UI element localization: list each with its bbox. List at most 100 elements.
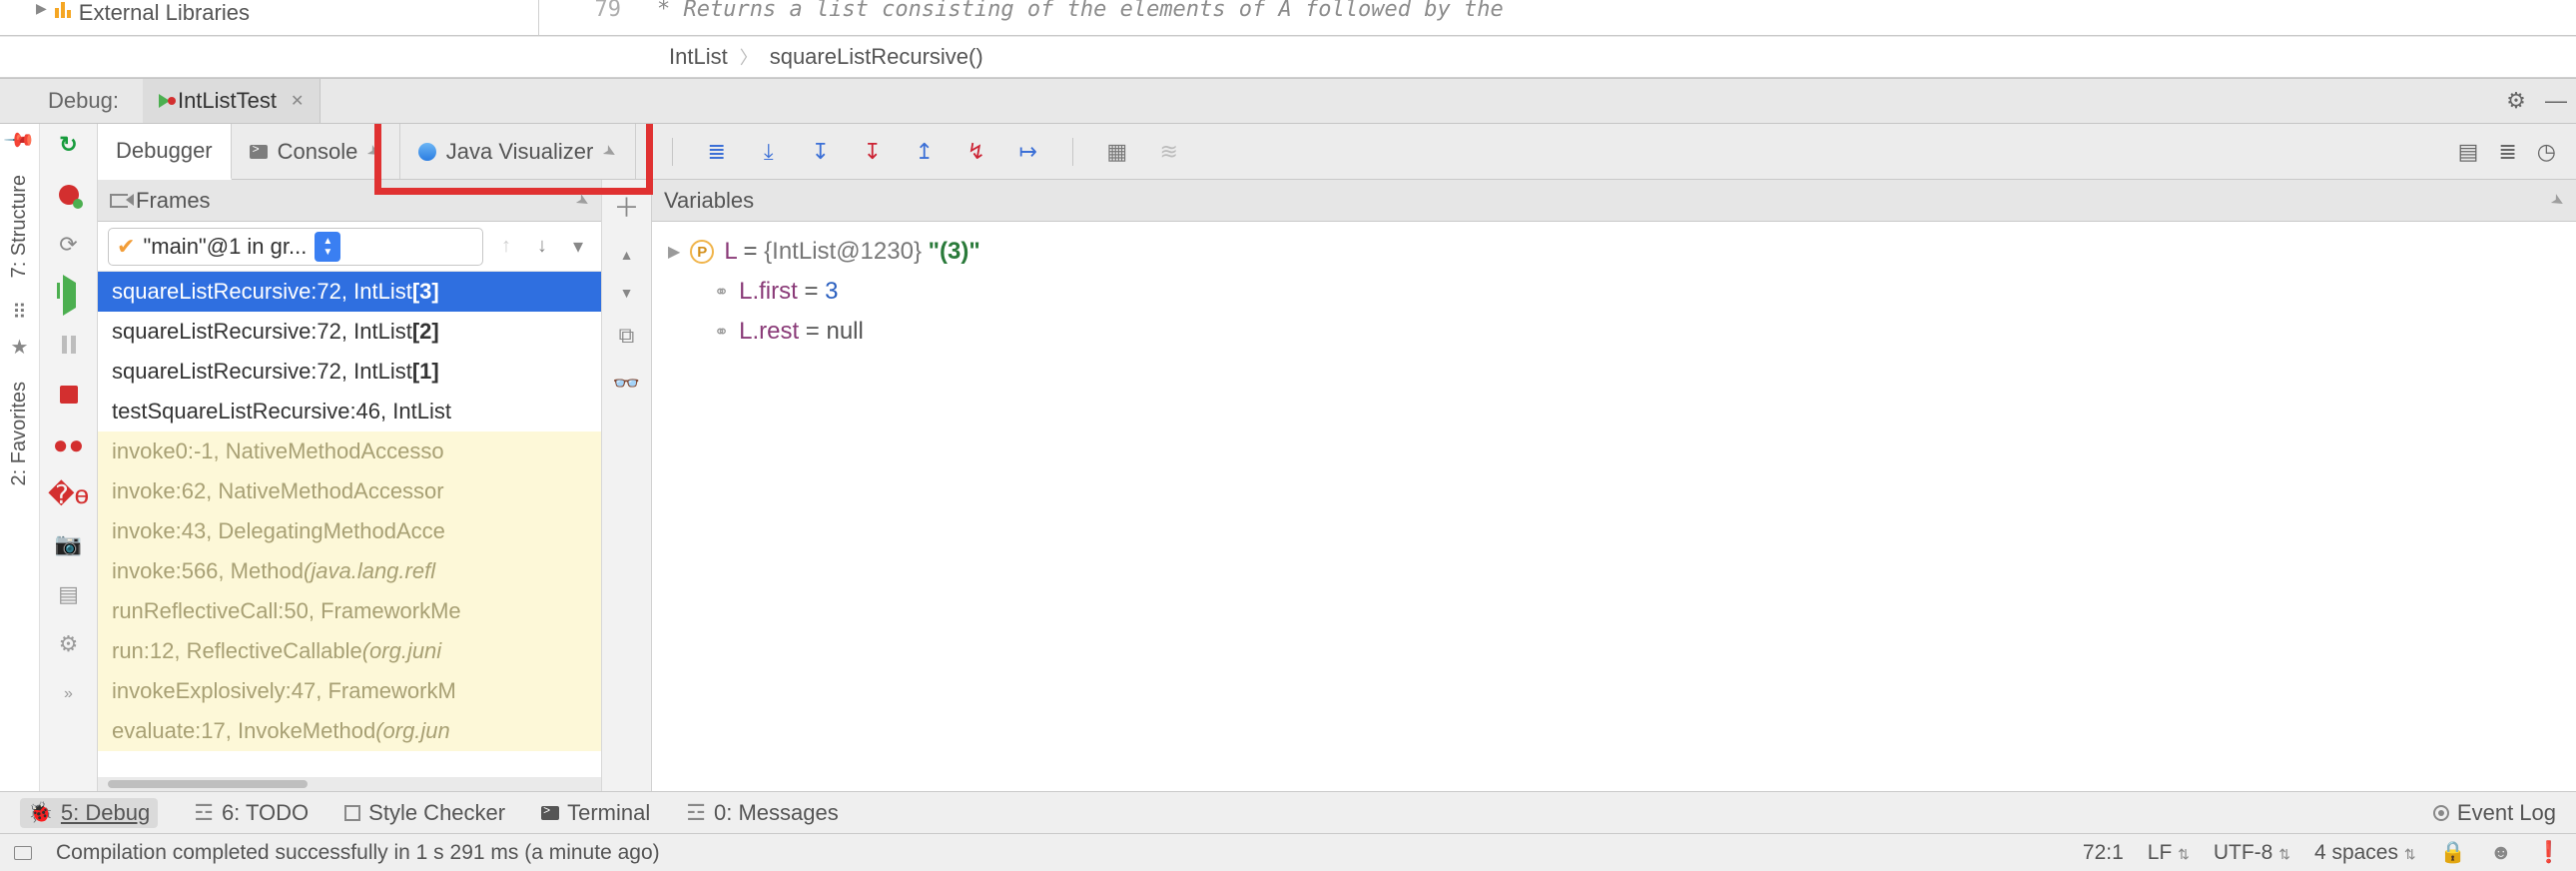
frame-item[interactable]: squareListRecursive:72, IntList [3] xyxy=(98,272,601,312)
layout-settings-icon[interactable]: ▤ xyxy=(2458,139,2479,165)
indent-selector[interactable]: 4 spaces ⇅ xyxy=(2314,841,2416,865)
minimize-icon[interactable]: — xyxy=(2536,88,2576,114)
line-ending-selector[interactable]: LF ⇅ xyxy=(2148,841,2190,865)
event-log-toolwindow-button[interactable]: Event Log xyxy=(2433,800,2556,826)
terminal-toolwindow-button[interactable]: Terminal xyxy=(541,800,650,826)
breadcrumb-class[interactable]: IntList xyxy=(669,44,728,70)
update-app-button[interactable]: ⟳ xyxy=(52,230,86,260)
move-up-icon: ▲ xyxy=(620,247,634,263)
frame-item[interactable]: run:12, ReflectiveCallable (org.juni xyxy=(98,631,601,671)
filter-icon[interactable]: ▾ xyxy=(565,234,591,259)
frame-item[interactable]: invokeExplosively:47, FrameworkM xyxy=(98,671,601,711)
console-tab[interactable]: Console ➤ xyxy=(232,124,400,179)
step-out-button[interactable]: ↥ xyxy=(911,138,939,166)
resume-button[interactable] xyxy=(52,280,86,310)
debugger-tab[interactable]: Debugger xyxy=(98,124,232,180)
debug-run-tab[interactable]: IntListTest ✕ xyxy=(143,79,321,123)
statusbar-icon[interactable] xyxy=(14,846,32,860)
parameter-badge-icon: P xyxy=(690,240,714,264)
debug-toolwindow-button[interactable]: 🐞 5: Debug xyxy=(20,798,158,828)
divider xyxy=(1072,138,1073,166)
horizontal-scrollbar[interactable] xyxy=(98,777,601,791)
java-visualizer-tab[interactable]: Java Visualizer ➤ xyxy=(400,124,636,179)
bookmark-icon: ⠿ xyxy=(12,300,27,325)
move-down-icon: ▼ xyxy=(620,285,634,301)
thread-selector[interactable]: ✔ "main"@1 in gr... ▲▼ xyxy=(108,228,483,266)
project-tree-node[interactable]: External Libraries xyxy=(79,0,250,26)
camera-icon[interactable]: 📷 xyxy=(52,529,86,559)
frame-item[interactable]: squareListRecursive:72, IntList [2] xyxy=(98,312,601,352)
pin-icon[interactable]: ➤ xyxy=(2546,188,2568,212)
threads-icon[interactable]: ≣ xyxy=(2498,139,2516,165)
mute-breakpoints-button[interactable]: �ө xyxy=(52,479,86,509)
frames-icon xyxy=(110,194,128,208)
pin-icon[interactable]: 📌 xyxy=(2,124,37,158)
style-checker-toolwindow-button[interactable]: Style Checker xyxy=(344,800,505,826)
breadcrumb-method[interactable]: squareListRecursive() xyxy=(770,44,983,70)
variable-row[interactable]: ▶ P L = {IntList@1230} "(3)" xyxy=(668,232,2560,272)
gauge-icon[interactable]: ◷ xyxy=(2537,139,2556,165)
run-debug-icon xyxy=(159,94,170,108)
expand-icon[interactable]: ▶ xyxy=(668,242,680,262)
terminal-icon xyxy=(541,806,559,820)
frame-item[interactable]: invoke:62, NativeMethodAccessor xyxy=(98,471,601,511)
frame-item[interactable]: invoke:43, DelegatingMethodAcce xyxy=(98,511,601,551)
step-over-button[interactable]: ⤓ xyxy=(755,138,783,166)
event-log-icon xyxy=(2433,805,2449,821)
next-frame-button[interactable]: ↓ xyxy=(529,235,555,258)
glasses-icon[interactable]: 👓 xyxy=(613,371,640,397)
frame-item[interactable]: invoke:566, Method (java.lang.refl xyxy=(98,551,601,591)
gear-icon[interactable]: ⚙ xyxy=(2496,88,2536,114)
settings-icon[interactable]: ⚙ xyxy=(52,629,86,659)
layout-icon[interactable]: ▤ xyxy=(52,579,86,609)
tree-expander-icon[interactable]: ▶ xyxy=(36,0,47,17)
variables-tree[interactable]: ▶ P L = {IntList@1230} "(3)" ⚭ L.first =… xyxy=(652,222,2576,791)
console-tab-label: Console xyxy=(278,139,358,165)
pin-icon[interactable]: ➤ xyxy=(599,139,621,163)
field-link-icon: ⚭ xyxy=(714,282,729,303)
frame-item[interactable]: evaluate:17, InvokeMethod (org.jun xyxy=(98,711,601,751)
caret-position[interactable]: 72:1 xyxy=(2083,841,2124,865)
close-icon[interactable]: ✕ xyxy=(291,91,304,111)
memory-indicator-icon[interactable]: ☻ xyxy=(2490,841,2512,865)
copy-icon[interactable]: ⧉ xyxy=(619,323,635,349)
rerun-button[interactable]: ↻ xyxy=(52,130,86,160)
view-breakpoints-button[interactable]: ●● xyxy=(52,430,86,459)
thread-selector-label: "main"@1 in gr... xyxy=(143,234,307,260)
step-into-button[interactable]: ↧ xyxy=(807,138,835,166)
pin-icon[interactable]: ➤ xyxy=(363,139,385,163)
toggle-breakpoint-button[interactable] xyxy=(52,180,86,210)
frames-list[interactable]: squareListRecursive:72, IntList [3] squa… xyxy=(98,272,601,777)
todo-toolwindow-button[interactable]: ☲ 6: TODO xyxy=(194,800,309,826)
pin-icon[interactable]: ➤ xyxy=(571,188,593,212)
frame-item[interactable]: invoke0:-1, NativeMethodAccesso xyxy=(98,432,601,471)
add-watch-button[interactable]: ＋ xyxy=(613,188,639,225)
evaluate-expression-button[interactable]: ▦ xyxy=(1103,138,1131,166)
frame-item[interactable]: squareListRecursive:72, IntList [1] xyxy=(98,352,601,392)
alert-icon[interactable]: ❗ xyxy=(2536,841,2562,865)
dropdown-caret-icon[interactable]: ▲▼ xyxy=(315,232,340,262)
gutter-line-number: 79 xyxy=(539,0,639,22)
messages-toolwindow-button[interactable]: ☲ 0: Messages xyxy=(686,800,838,826)
run-to-cursor-button[interactable]: ↦ xyxy=(1014,138,1042,166)
chevron-double-down-icon[interactable]: » xyxy=(52,679,86,709)
list-icon: ☲ xyxy=(194,800,214,826)
force-step-into-button[interactable]: ↧ xyxy=(859,138,887,166)
variable-row[interactable]: ⚭ L.first = 3 xyxy=(668,272,2560,312)
pause-button[interactable] xyxy=(52,330,86,360)
favorites-toolwindow-button[interactable]: 2: Favorites xyxy=(8,382,31,485)
favorites-star-icon: ★ xyxy=(11,335,29,360)
stop-button[interactable] xyxy=(52,380,86,410)
lock-icon[interactable]: 🔒 xyxy=(2440,841,2466,865)
editor-comment-text: * Returns a list consisting of the eleme… xyxy=(657,0,1504,22)
messages-icon: ☲ xyxy=(686,800,706,826)
drop-frame-button[interactable]: ↯ xyxy=(963,138,990,166)
frame-item[interactable]: runReflectiveCall:50, FrameworkMe xyxy=(98,591,601,631)
variable-row[interactable]: ⚭ L.rest = null xyxy=(668,312,2560,352)
frame-item[interactable]: testSquareListRecursive:46, IntList xyxy=(98,392,601,432)
java-visualizer-tab-label: Java Visualizer xyxy=(446,139,594,165)
java-visualizer-icon xyxy=(418,143,436,161)
encoding-selector[interactable]: UTF-8 ⇅ xyxy=(2214,841,2290,865)
show-execution-point-button[interactable]: ≣ xyxy=(703,138,731,166)
structure-toolwindow-button[interactable]: 7: Structure xyxy=(8,175,31,278)
